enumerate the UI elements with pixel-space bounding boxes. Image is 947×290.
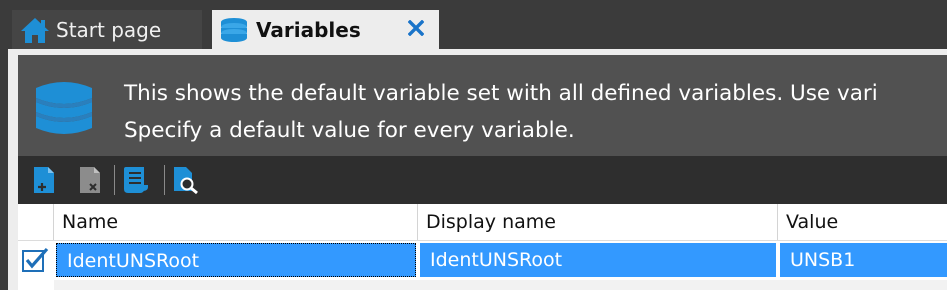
table-row[interactable]: IdentUNSRoot IdentUNSRoot UNSB1 xyxy=(18,242,947,278)
tab-variables[interactable]: Variables xyxy=(212,10,439,49)
variable-list-button[interactable] xyxy=(122,165,150,195)
column-header-display-name[interactable]: Display name xyxy=(418,204,778,240)
tab-start-page[interactable]: Start page xyxy=(12,10,202,49)
find-usage-button[interactable] xyxy=(172,165,200,195)
column-header-value[interactable]: Value xyxy=(778,204,947,240)
delete-document-icon xyxy=(80,167,100,193)
delete-variable-button[interactable] xyxy=(76,165,104,195)
database-icon xyxy=(218,17,250,43)
close-icon[interactable] xyxy=(405,17,427,39)
database-icon xyxy=(32,78,96,144)
new-row-area[interactable] xyxy=(54,280,947,290)
variables-table: Name Display name Value IdentUNSRoot Ide… xyxy=(18,204,947,290)
add-document-icon xyxy=(34,167,54,193)
cell-name[interactable]: IdentUNSRoot xyxy=(56,243,416,277)
row-header-corner xyxy=(18,204,54,240)
toolbar xyxy=(18,156,947,204)
tab-strip: Start page Variables xyxy=(0,0,947,49)
tab-label: Variables xyxy=(256,17,361,42)
column-header-name[interactable]: Name xyxy=(54,204,418,240)
info-line-2: Specify a default value for every variab… xyxy=(124,118,575,143)
home-icon xyxy=(20,16,50,44)
scroll-list-icon xyxy=(124,167,148,193)
toolbar-separator xyxy=(164,165,165,195)
tab-label: Start page xyxy=(56,17,162,42)
search-document-icon xyxy=(174,167,198,195)
info-text: This shows the default variable set with… xyxy=(124,75,947,149)
cell-value[interactable]: UNSB1 xyxy=(780,243,947,277)
info-line-1: This shows the default variable set with… xyxy=(124,81,878,106)
table-header: Name Display name Value xyxy=(18,204,947,241)
variables-panel: This shows the default variable set with… xyxy=(8,49,947,290)
add-variable-button[interactable] xyxy=(30,165,58,195)
info-banner: This shows the default variable set with… xyxy=(18,55,947,156)
toolbar-separator xyxy=(114,165,115,195)
edit-row-icon xyxy=(18,242,54,278)
variables-window: Start page Variables This shows the defa… xyxy=(0,0,947,290)
cell-display-name[interactable]: IdentUNSRoot xyxy=(420,243,776,277)
